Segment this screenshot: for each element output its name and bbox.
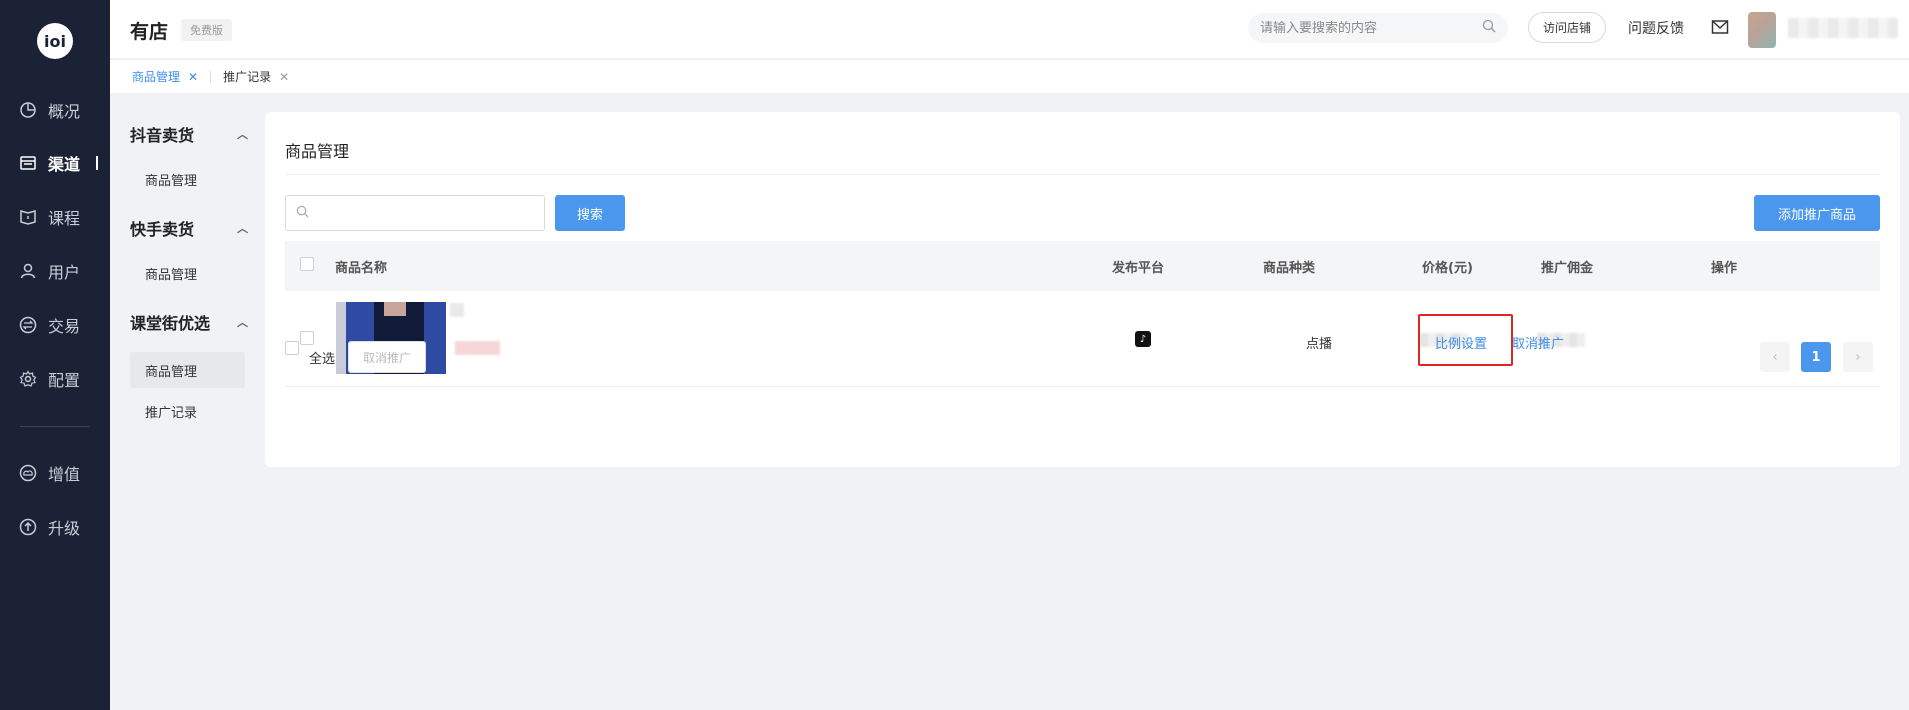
tab-label: 商品管理 — [132, 70, 181, 84]
col-product-name: 商品名称 — [335, 261, 388, 276]
nav-label: 概况 — [48, 102, 81, 121]
logo-text: ioi — [44, 31, 66, 51]
group-douyin[interactable]: 抖音卖货 ︿ — [130, 122, 248, 146]
global-search[interactable] — [1248, 13, 1508, 43]
main-sidebar: ioi 概况 渠道 课程 用户 交易 配置 增值 升级 — [0, 0, 110, 710]
table-header: 商品名称 发布平台 商品种类 价格(元) 推广佣金 操作 — [285, 241, 1880, 291]
sub-item-label: 推广记录 — [145, 405, 198, 421]
nav-label: 配置 — [48, 371, 81, 390]
visit-store-button[interactable]: 访问店铺 — [1528, 12, 1607, 43]
chevron-up-icon: ︿ — [237, 222, 248, 235]
content-card: 商品管理 搜索 添加推广商品 商品名称 发布平台 商品种类 价格(元) 推广佣金… — [265, 112, 1900, 467]
select-all-label: 全选 — [309, 352, 336, 367]
sub-item-label: 商品管理 — [145, 173, 198, 189]
gear-icon — [18, 369, 38, 389]
cloud-icon — [18, 463, 38, 483]
mail-icon[interactable] — [1711, 19, 1729, 39]
group-kuaishou[interactable]: 快手卖货 ︿ — [130, 216, 248, 240]
tab-label: 推广记录 — [223, 70, 272, 84]
app-logo[interactable]: ioi — [37, 23, 73, 59]
nav-item-overview[interactable]: 概况 — [18, 97, 80, 123]
sidebar-item-douyin-products[interactable]: 商品管理 — [130, 161, 245, 197]
group-ketangjie[interactable]: 课堂街优选 ︿ — [130, 310, 248, 334]
nav-item-upgrade[interactable]: 升级 — [18, 514, 80, 540]
nav-item-user[interactable]: 用户 — [18, 258, 80, 284]
avatar[interactable] — [1748, 12, 1776, 48]
sidebar-item-ketangjie-products[interactable]: 商品管理 — [130, 352, 245, 388]
page-tabs: 商品管理 ✕ 推广记录 ✕ — [110, 59, 1909, 93]
prev-page-button[interactable]: ‹ — [1760, 342, 1790, 372]
ratio-settings-link[interactable]: 比例设置 — [1435, 333, 1487, 352]
cancel-promotion-link[interactable]: 取消推广 — [1512, 333, 1564, 352]
search-button[interactable]: 搜索 — [555, 195, 625, 231]
store-icon — [18, 153, 38, 173]
add-promotion-product-button[interactable]: 添加推广商品 — [1754, 195, 1880, 231]
nav-label: 交易 — [48, 317, 81, 336]
product-name-blurred — [455, 341, 500, 355]
group-title: 课堂街优选 — [130, 314, 211, 333]
select-all-checkbox[interactable] — [285, 341, 299, 355]
user-icon — [18, 261, 38, 281]
select-all[interactable] — [285, 341, 299, 355]
arrow-up-icon — [18, 517, 38, 537]
nav-item-valueadded[interactable]: 增值 — [18, 460, 80, 486]
global-search-input[interactable] — [1260, 20, 1482, 36]
active-indicator — [96, 156, 99, 170]
product-search[interactable] — [285, 195, 545, 231]
col-category: 商品种类 — [1263, 261, 1316, 276]
col-platform: 发布平台 — [1112, 261, 1165, 276]
search-icon — [296, 205, 309, 222]
col-price: 价格(元) — [1422, 261, 1473, 276]
chevron-left-icon: ‹ — [1772, 349, 1778, 365]
exchange-icon — [18, 315, 38, 335]
col-commission: 推广佣金 — [1541, 261, 1594, 276]
nav-item-channel[interactable]: 渠道 — [18, 150, 99, 176]
sidebar-item-ketangjie-records[interactable]: 推广记录 — [130, 393, 245, 429]
plan-badge: 免费版 — [181, 19, 232, 41]
group-title: 抖音卖货 — [130, 126, 195, 145]
top-header: 有店 免费版 访问店铺 问题反馈 — [110, 0, 1909, 58]
table-row: ♪ 点播 比例设置 取消推广 — [285, 291, 1880, 387]
close-icon[interactable]: ✕ — [188, 70, 198, 84]
tab-divider — [210, 70, 212, 83]
feedback-link[interactable]: 问题反馈 — [1628, 18, 1684, 38]
nav-label: 渠道 — [48, 155, 81, 174]
row-checkbox[interactable] — [300, 331, 314, 349]
next-page-button[interactable]: › — [1843, 342, 1873, 372]
tab-promotion-records[interactable]: 推广记录 ✕ — [223, 68, 289, 85]
title-divider — [285, 174, 1880, 175]
sub-item-label: 商品管理 — [145, 364, 198, 380]
username-blurred[interactable] — [1788, 18, 1898, 38]
close-icon[interactable]: ✕ — [279, 70, 289, 84]
sidebar-item-kuaishou-products[interactable]: 商品管理 — [130, 255, 245, 291]
nav-item-trade[interactable]: 交易 — [18, 312, 80, 338]
tab-product-management[interactable]: 商品管理 ✕ — [132, 68, 198, 85]
page-number[interactable]: 1 — [1801, 342, 1831, 372]
nav-label: 增值 — [48, 465, 81, 484]
bulk-cancel-promotion-button[interactable]: 取消推广 — [348, 341, 427, 373]
chevron-right-icon: › — [1855, 349, 1861, 365]
product-category: 点播 — [1306, 337, 1333, 352]
header-checkbox[interactable] — [300, 257, 314, 275]
chevron-up-icon: ︿ — [237, 128, 248, 141]
nav-label: 升级 — [48, 519, 81, 538]
store-name: 有店 — [130, 21, 169, 43]
nav-label: 用户 — [48, 263, 81, 282]
book-icon — [18, 207, 38, 227]
nav-item-course[interactable]: 课程 — [18, 204, 80, 230]
chevron-up-icon: ︿ — [237, 316, 248, 329]
nav-label: 课程 — [48, 209, 81, 228]
group-title: 快手卖货 — [130, 220, 195, 239]
nav-divider — [20, 426, 90, 427]
tiktok-icon: ♪ — [1135, 331, 1151, 347]
page-title: 商品管理 — [285, 142, 350, 161]
sub-item-label: 商品管理 — [145, 267, 198, 283]
product-name-blurred — [450, 303, 464, 317]
pie-chart-icon — [18, 100, 38, 120]
search-icon[interactable] — [1482, 19, 1496, 37]
product-search-input[interactable] — [315, 205, 544, 221]
col-actions: 操作 — [1711, 261, 1738, 276]
nav-item-config[interactable]: 配置 — [18, 366, 80, 392]
